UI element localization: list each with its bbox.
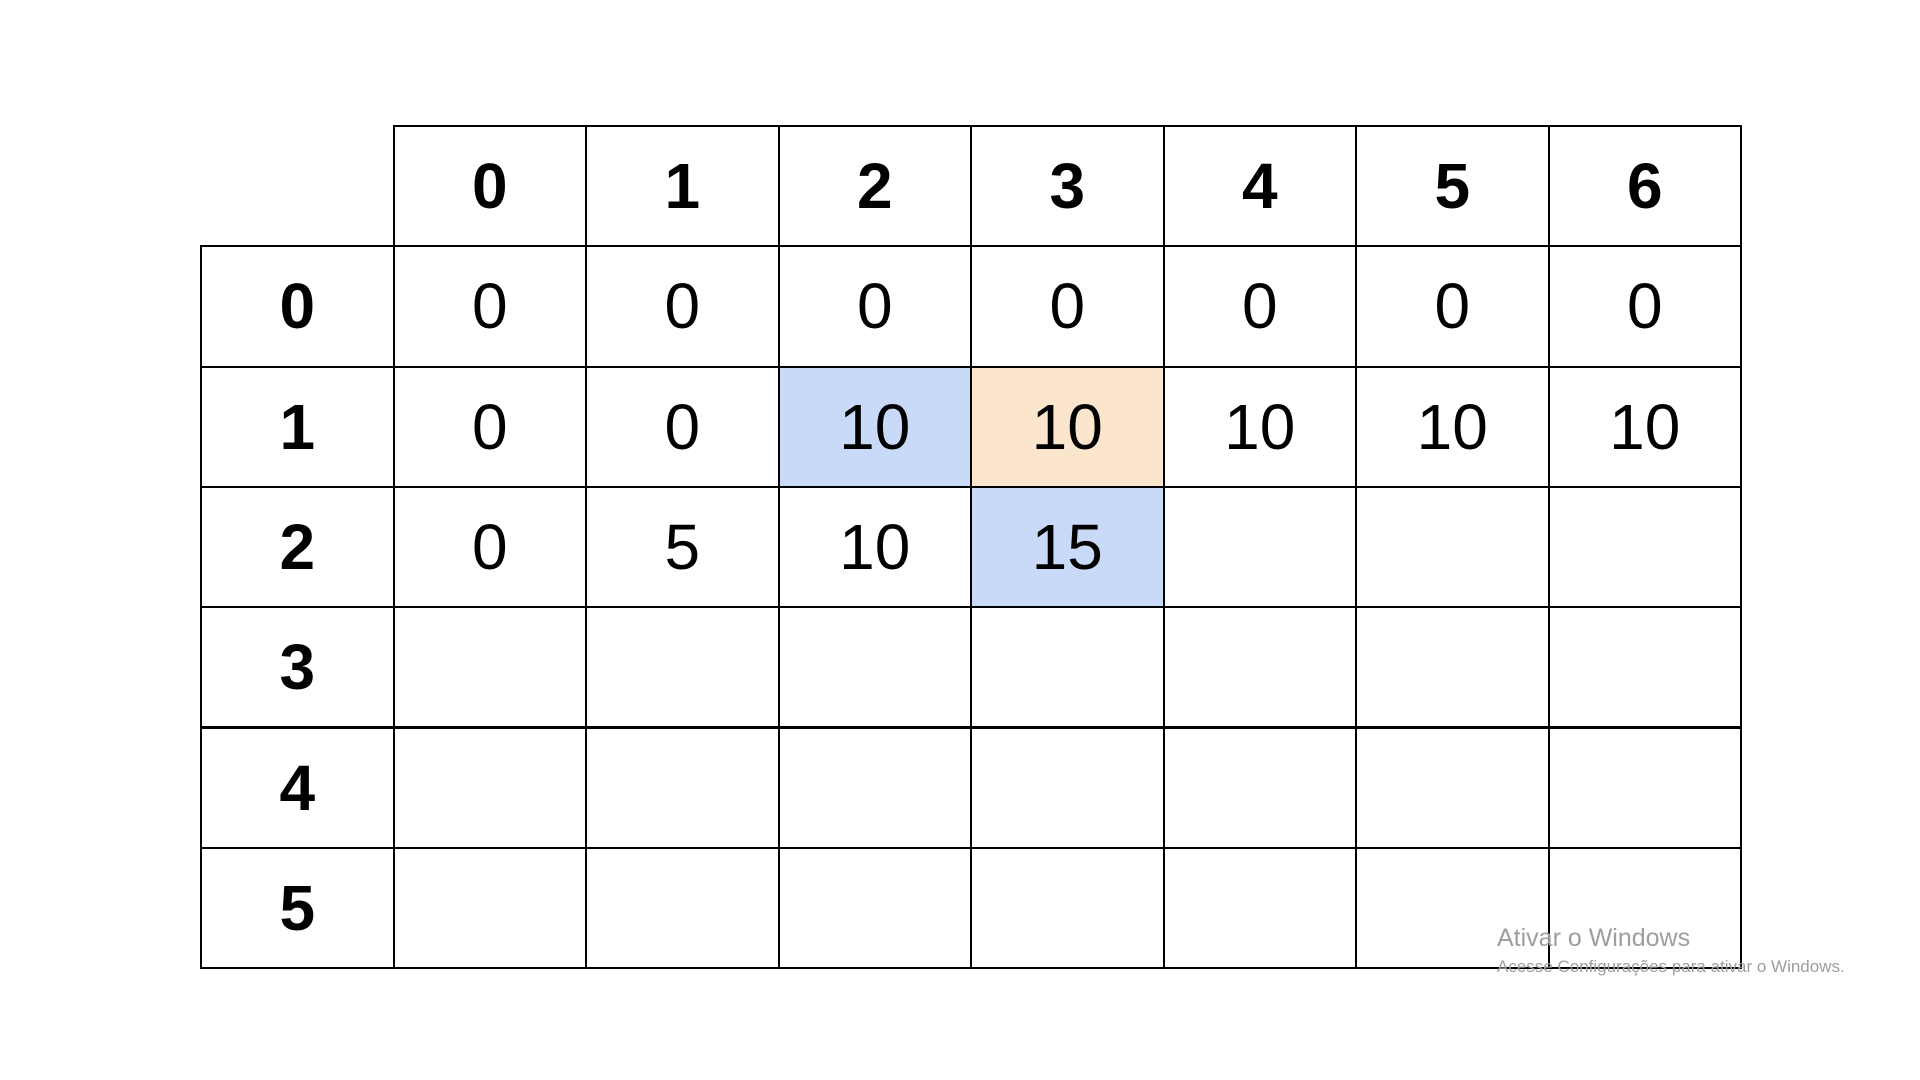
table-cell: 0 bbox=[585, 365, 780, 488]
table-cell bbox=[392, 846, 587, 970]
table-cell: 15 bbox=[970, 485, 1165, 609]
table-cell bbox=[777, 846, 972, 970]
table-cell: 10 bbox=[777, 365, 972, 488]
row-header: 0 bbox=[200, 245, 395, 368]
watermark-subtitle: Acesse Configurações para ativar o Windo… bbox=[1497, 957, 1845, 976]
row-header: 3 bbox=[200, 606, 395, 729]
table-cell bbox=[1547, 485, 1742, 609]
table-cell bbox=[777, 606, 972, 729]
table-cell bbox=[1162, 846, 1357, 970]
table-cell bbox=[1355, 485, 1550, 609]
table-cell: 0 bbox=[392, 245, 587, 368]
table-cell bbox=[392, 726, 587, 849]
table-cell: 0 bbox=[392, 365, 587, 488]
table-cell bbox=[1162, 485, 1357, 609]
table-cell: 0 bbox=[585, 245, 780, 368]
table-cell bbox=[1547, 726, 1742, 849]
table-cell: 10 bbox=[1355, 365, 1550, 488]
table-cell bbox=[970, 846, 1165, 970]
table-cell: 0 bbox=[1547, 245, 1742, 368]
table-cell: 10 bbox=[970, 365, 1165, 488]
table-cell bbox=[1355, 726, 1550, 849]
column-header: 4 bbox=[1162, 125, 1357, 248]
column-header: 0 bbox=[392, 125, 587, 248]
table-cell: 0 bbox=[777, 245, 972, 368]
table-cell: 0 bbox=[392, 485, 587, 609]
table-cell: 10 bbox=[1547, 365, 1742, 488]
watermark-title: Ativar o Windows bbox=[1497, 924, 1691, 952]
table-cell bbox=[392, 606, 587, 729]
table-cell: 0 bbox=[970, 245, 1165, 368]
column-header: 2 bbox=[777, 125, 972, 248]
column-header: 5 bbox=[1355, 125, 1550, 248]
row-header: 4 bbox=[200, 726, 395, 849]
table-cell bbox=[1355, 606, 1550, 729]
table-cell bbox=[585, 846, 780, 970]
table-cell bbox=[1547, 606, 1742, 729]
table-cell bbox=[585, 606, 780, 729]
dp-table: 0 1 2 3 4 5 6 0 1 2 3 4 5 0 0 0 0 0 0 0 0 0 10 10 10 10 10 0 5 10 15 bbox=[200, 125, 1742, 970]
windows-activation-watermark: Ativar o Windows Acesse Configurações pa… bbox=[1497, 923, 1845, 979]
table-cell: 10 bbox=[1162, 365, 1357, 488]
table-cell bbox=[777, 726, 972, 849]
column-header: 6 bbox=[1547, 125, 1742, 248]
table-cell bbox=[970, 726, 1165, 849]
row-header: 5 bbox=[200, 846, 395, 970]
table-cell: 0 bbox=[1355, 245, 1550, 368]
column-header: 3 bbox=[970, 125, 1165, 248]
row-header: 2 bbox=[200, 485, 395, 609]
table-cell: 0 bbox=[1162, 245, 1357, 368]
table-cell bbox=[585, 726, 780, 849]
table-cell: 5 bbox=[585, 485, 780, 609]
row-header: 1 bbox=[200, 365, 395, 488]
table-cell bbox=[1162, 726, 1357, 849]
column-header: 1 bbox=[585, 125, 780, 248]
table-cell: 10 bbox=[777, 485, 972, 609]
table-cell bbox=[1162, 606, 1357, 729]
table-cell bbox=[970, 606, 1165, 729]
